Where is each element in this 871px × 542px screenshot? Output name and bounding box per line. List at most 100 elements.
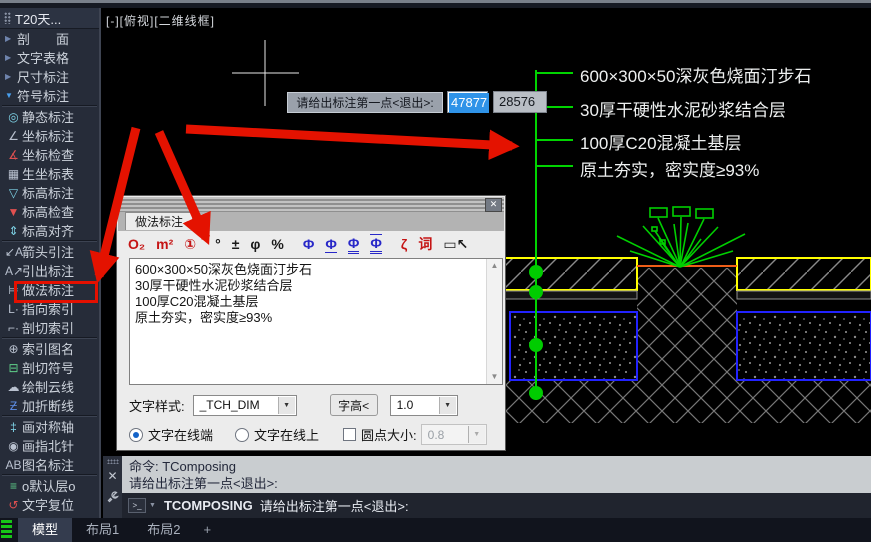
degree-icon[interactable]: ° (215, 236, 221, 252)
highlight-box (14, 281, 98, 303)
sidebar-item-leader-annotation[interactable]: A↗ 引出标注 (0, 261, 99, 280)
sidebar-item-default-layer[interactable]: ≡ o默认层o (0, 476, 99, 495)
tab-layout2[interactable]: 布局2 (133, 518, 194, 542)
chevron-down-icon[interactable]: ▼ (149, 502, 156, 509)
layers-icon: ≡ (9, 478, 17, 493)
sidebar-item-coord-annotation[interactable]: ∠ 坐标标注 (0, 126, 99, 145)
text-height-button[interactable]: 字高< (329, 394, 378, 416)
palette-titlebar[interactable]: T20天... (0, 8, 99, 29)
dynamic-input-y[interactable]: 28576 (493, 91, 547, 113)
new-layout-button[interactable]: + (194, 518, 220, 542)
text-style-select[interactable]: _TCH_DIM ▼ (192, 394, 297, 416)
sidebar-item-index-title[interactable]: ⊕ 索引图名 (0, 339, 99, 358)
chevron-down-icon[interactable]: ▼ (438, 396, 456, 414)
dot-size-label: 圆点大小: (361, 428, 417, 443)
sidebar-item-north-arrow[interactable]: ◉ 画指北针 (0, 436, 99, 455)
o2-icon[interactable]: O₂ (128, 236, 145, 252)
coordinate-check-icon: ∡ (8, 147, 19, 162)
m2-icon[interactable]: m² (156, 236, 173, 252)
model-space-icon (1, 520, 12, 540)
tab-model[interactable]: 模型 (18, 518, 73, 542)
elevation-icon: ▽ (8, 185, 19, 200)
radio-text-at-line-end[interactable] (129, 427, 143, 442)
drawing-title-icon: AB (5, 457, 22, 472)
active-command: TCOMPOSING (163, 498, 253, 513)
close-icon[interactable]: ✕ (107, 469, 117, 483)
dynamic-input-x[interactable]: 47877 (447, 91, 490, 113)
dot-size-checkbox[interactable] (343, 428, 357, 441)
symbol-toolbar: O₂ m² ① ° ± φ % Φ Φ Φ Φ ζ 词 ▭↖ (121, 232, 479, 256)
sidebar-item-dim-annotation[interactable]: ▶ 尺寸标注 (0, 67, 99, 86)
scroll-down-icon[interactable]: ▼ (487, 370, 502, 384)
scroll-up-icon[interactable]: ▲ (487, 259, 502, 273)
sidebar-item-text-table[interactable]: ▶ 文字表格 (0, 48, 99, 67)
cloud-icon: ☁ (7, 379, 20, 394)
rebar-grade1-icon[interactable]: Φ (303, 236, 315, 252)
rebar-grade4-icon[interactable]: Φ (370, 234, 382, 254)
sidebar-item-section[interactable]: ▶ 剖 面 (0, 29, 99, 48)
circled-number-icon[interactable]: ① (184, 236, 196, 253)
dynamic-input-prompt: 请给出标注第一点<退出>: (287, 92, 443, 113)
command-panel-grip: ✕ (103, 456, 122, 518)
top-edge (0, 0, 871, 8)
text-height-select[interactable]: 1.0 ▼ (389, 394, 458, 416)
sidebar-item-arrow-leader[interactable]: ↙A 箭头引注 (0, 242, 99, 261)
command-prompt-icon[interactable]: >_ (128, 498, 146, 513)
zeta-icon[interactable]: ζ (401, 236, 407, 252)
rebar-grade2-icon[interactable]: Φ (325, 236, 337, 253)
radio-text-on-line[interactable] (235, 427, 250, 442)
north-arrow-icon: ◉ (8, 438, 19, 453)
command-panel: ✕ 命令: TComposing 请给出标注第一点<退出>: >_ ▼ TCOM… (103, 456, 871, 518)
sidebar-item-revision-cloud[interactable]: ☁ 绘制云线 (0, 377, 99, 396)
plus-minus-icon[interactable]: ± (232, 236, 240, 252)
sidebar-item-symmetry-axis[interactable]: ‡ 画对称轴 (0, 417, 99, 436)
sidebar-item-static-annotation[interactable]: ◎ 静态标注 (0, 107, 99, 126)
sidebar-item-text-reset[interactable]: ↺ 文字复位 (0, 495, 99, 514)
tab-layout1[interactable]: 布局1 (72, 518, 133, 542)
section-index-icon: ⌐· (7, 320, 19, 335)
chevron-down-icon[interactable]: ▼ (277, 396, 295, 414)
command-history[interactable]: 命令: TComposing 请给出标注第一点<退出>: (122, 456, 871, 493)
annotation-line-4: 原土夯实，密实度≥93% (580, 161, 760, 180)
chevron-right-icon: ▶ (5, 72, 12, 81)
word-picker-icon[interactable]: 词 (418, 234, 432, 254)
viewport-controls[interactable]: [-][俯视][二维线框] (106, 12, 215, 29)
sidebar-item-symbol-annotation[interactable]: ▼ 符号标注 (0, 86, 99, 105)
annotation-line-1: 600×300×50深灰色烧面汀步石 (580, 67, 812, 86)
drag-grip-icon[interactable] (4, 12, 11, 24)
sidebar-item-coord-table[interactable]: ▦ 生坐标表 (0, 164, 99, 183)
sidebar-item-elevation-align[interactable]: ⇕ 标高对齐 (0, 221, 99, 240)
sidebar-item-section-symbol[interactable]: ⊟ 剖切符号 (0, 358, 99, 377)
sidebar-item-elevation-annotation[interactable]: ▽ 标高标注 (0, 183, 99, 202)
lamp-icon: ◎ (8, 109, 19, 124)
tab-method-annotation[interactable]: 做法标注 (125, 212, 194, 230)
radio-label: 文字在线端 (148, 428, 214, 443)
dialog-tabstrip: 做法标注 (118, 212, 504, 231)
radio-label: 文字在线上 (254, 428, 320, 443)
pick-text-icon[interactable]: ▭↖ (443, 236, 468, 253)
sidebar-item-drawing-title[interactable]: AB 图名标注 (0, 455, 99, 474)
chevron-right-icon: ▶ (5, 34, 12, 43)
arrow-leader-icon: ↙A (5, 244, 24, 259)
method-annotation-dialog: ✕ 做法标注 O₂ m² ① ° ± φ % Φ Φ Φ Φ ζ 词 ▭↖ 60… (116, 195, 506, 451)
chevron-down-icon: ▼ (467, 426, 485, 443)
wrench-icon[interactable] (107, 491, 119, 503)
dialog-titlebar[interactable] (118, 197, 504, 212)
sidebar-item-coord-check[interactable]: ∡ 坐标检查 (0, 145, 99, 164)
rebar-grade3-icon[interactable]: Φ (347, 235, 360, 254)
elevation-align-icon: ⇕ (8, 223, 19, 238)
sidebar-item-section-index[interactable]: ⌐· 剖切索引 (0, 318, 99, 337)
phi-icon[interactable]: φ (250, 236, 260, 252)
command-input-line[interactable]: >_ ▼ TCOMPOSING 请给出标注第一点<退出>: (122, 493, 871, 518)
sidebar-item-elevation-check[interactable]: ▼ 标高检查 (0, 202, 99, 221)
tool-palette: T20天... ▶ 剖 面 ▶ 文字表格 ▶ 尺寸标注 ▼ 符号标注 ◎ 静态标注 ∠ 坐标… (0, 8, 101, 518)
scrollbar[interactable]: ▲ ▼ (486, 259, 502, 384)
percent-icon[interactable]: % (271, 236, 283, 252)
drag-grip-icon[interactable] (106, 459, 119, 464)
annotation-text-editor[interactable]: 600×300×50深灰色烧面汀步石 30厚干硬性水泥砂浆结合层 100厚C20… (129, 258, 503, 385)
sidebar-item-break-line[interactable]: Ƶ 加折断线 (0, 396, 99, 415)
history-line: 请给出标注第一点<退出>: (129, 476, 278, 491)
symmetry-axis-icon: ‡ (10, 419, 17, 434)
leader-icon: A↗ (5, 263, 24, 278)
close-icon[interactable]: ✕ (485, 198, 502, 212)
